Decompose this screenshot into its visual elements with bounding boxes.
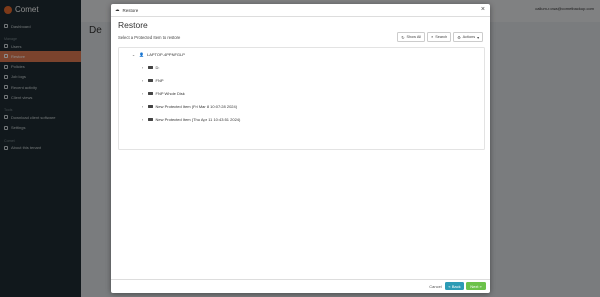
- tree-item-label: New Protected Item (Thu Apr 11 10:43:51 …: [155, 117, 241, 122]
- back-button[interactable]: « Back: [445, 282, 464, 290]
- chevron-right-icon[interactable]: ›: [140, 78, 145, 83]
- chevron-right-icon[interactable]: ›: [140, 104, 145, 109]
- modal-title: Restore: [118, 20, 148, 30]
- tree-item[interactable]: › D:: [140, 65, 160, 70]
- tree-item-label: FNP: [155, 78, 164, 83]
- cancel-button[interactable]: Cancel: [428, 282, 443, 290]
- chevron-right-icon[interactable]: ›: [140, 117, 145, 122]
- chevron-down-icon[interactable]: ⌄: [131, 52, 136, 57]
- modal-footer: Cancel « Back Next »: [111, 279, 490, 293]
- folder-icon: [148, 78, 153, 83]
- refresh-icon: ↻: [401, 35, 405, 40]
- chevron-down-icon: ▾: [477, 35, 479, 40]
- modal-subtitle: Select a Protected Item to restore: [118, 35, 181, 40]
- modal-header: ☁ Restore: [111, 4, 490, 17]
- actions-label: Actions: [462, 35, 476, 39]
- search-icon: ⌕: [431, 35, 434, 39]
- tree-item[interactable]: › New Protected Item (Thu Apr 11 10:43:5…: [140, 117, 241, 122]
- modal-window-title: Restore: [122, 7, 139, 13]
- folder-icon: [148, 117, 153, 122]
- restore-modal: ☁ Restore × Restore Select a Protected I…: [111, 4, 490, 293]
- show-all-label: Show All: [406, 35, 422, 39]
- folder-icon: [148, 104, 153, 109]
- chevron-right-icon[interactable]: ›: [140, 65, 145, 70]
- tree-item[interactable]: › New Protected Item (Fri Mar 8 10:07:28…: [140, 104, 237, 109]
- tree-item-label: D:: [155, 65, 160, 70]
- tree-item[interactable]: › FNP Whole Disk: [140, 91, 185, 96]
- cloud-icon: ☁: [115, 7, 120, 12]
- chevron-right-icon[interactable]: ›: [140, 91, 145, 96]
- tree-root-label: LAPTOP-4PPNFGLP: [146, 52, 185, 57]
- device-icon: 👤: [139, 52, 144, 57]
- tree-root[interactable]: ⌄ 👤 LAPTOP-4PPNFGLP: [131, 52, 185, 57]
- folder-icon: [148, 91, 153, 96]
- actions-icon: ⚙: [457, 35, 461, 40]
- tree-item-label: FNP Whole Disk: [155, 91, 185, 96]
- folder-icon: [148, 65, 153, 70]
- tree-toolbar: ↻ Show All ⌕ Search ⚙ Actions ▾: [397, 32, 483, 42]
- close-icon[interactable]: ×: [481, 6, 485, 13]
- search-button[interactable]: ⌕ Search: [427, 32, 452, 42]
- tree-item-label: New Protected Item (Fri Mar 8 10:07:28 2…: [155, 104, 238, 109]
- protected-items-tree: ⌄ 👤 LAPTOP-4PPNFGLP › D: › FNP › FNP Who…: [118, 47, 485, 150]
- next-button[interactable]: Next »: [466, 282, 486, 290]
- show-all-button[interactable]: ↻ Show All: [397, 32, 426, 42]
- search-label: Search: [435, 35, 448, 39]
- actions-button[interactable]: ⚙ Actions ▾: [453, 32, 483, 42]
- tree-item[interactable]: › FNP: [140, 78, 164, 83]
